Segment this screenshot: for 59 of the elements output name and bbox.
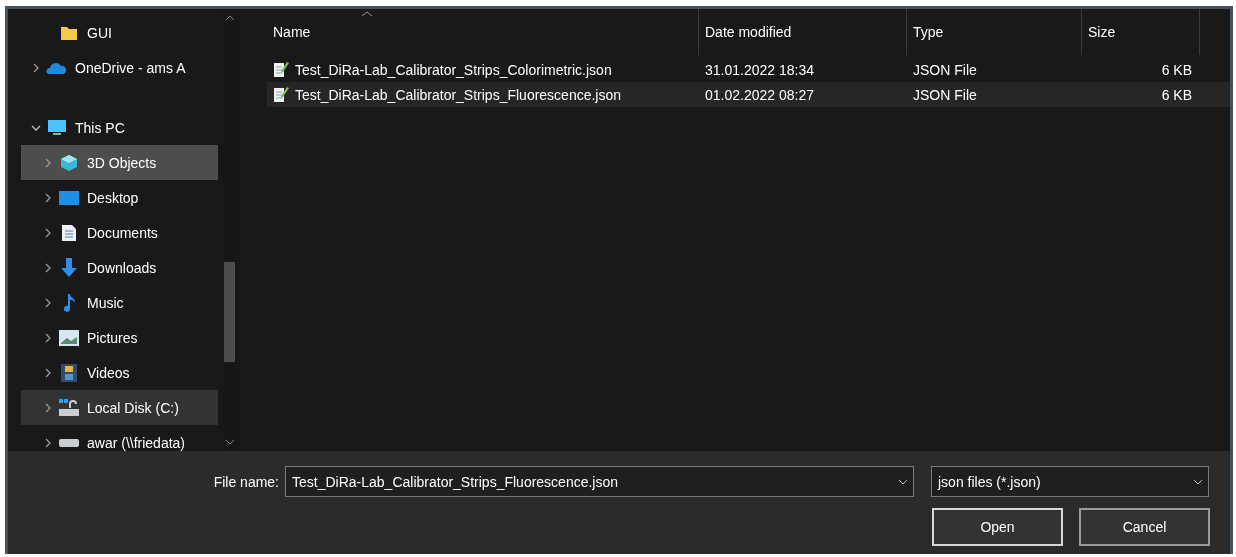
- chevron-right-icon[interactable]: [44, 297, 52, 308]
- chevron-right-icon[interactable]: [44, 402, 52, 413]
- cancel-button[interactable]: Cancel: [1079, 508, 1210, 546]
- nav-item[interactable]: awar (\\friedata): [21, 425, 218, 451]
- nav-item[interactable]: Videos: [21, 355, 218, 390]
- column-header[interactable]: Date modified: [699, 9, 907, 55]
- nav-item[interactable]: Downloads: [21, 250, 218, 285]
- nav-item[interactable]: OneDrive - ams A: [21, 50, 218, 85]
- column-header[interactable]: Size: [1082, 9, 1200, 55]
- disk-drive-icon: [58, 398, 80, 417]
- chevron-right-icon[interactable]: [44, 262, 52, 273]
- nav-item[interactable]: 3D Objects: [21, 145, 218, 180]
- desktop-icon: [59, 190, 79, 205]
- cloud-icon: [46, 60, 68, 75]
- date-modified: 01.02.2022 08:27: [705, 86, 814, 103]
- text-file-icon: [273, 61, 289, 78]
- scrollbar-thumb[interactable]: [224, 262, 235, 362]
- chevron-right-icon[interactable]: [44, 192, 52, 203]
- file-type-dropdown[interactable]: json files (*.json): [931, 466, 1209, 497]
- chevron-right-icon[interactable]: [44, 157, 52, 168]
- file-row[interactable]: Test_DiRa-Lab_Calibrator_Strips_Fluorescence.json 01.02.2022 08:27 JSON File 6 KB: [267, 82, 1230, 107]
- film-icon: [61, 363, 77, 382]
- network-drive-icon: [58, 436, 80, 449]
- file-name-field[interactable]: Test_DiRa-Lab_Calibrator_Strips_Fluorescence.json: [285, 466, 914, 497]
- computer-icon: [47, 118, 67, 137]
- file-name: Test_DiRa-Lab_Calibrator_Strips_Colorimetric.json: [295, 61, 612, 78]
- chevron-right-icon[interactable]: [32, 62, 40, 73]
- column-header[interactable]: Name: [267, 9, 699, 55]
- chevron-right-icon[interactable]: [44, 367, 52, 378]
- field-label: File name:: [212, 473, 279, 490]
- text-file-icon: [273, 86, 289, 103]
- nav-item[interactable]: Desktop: [21, 180, 218, 215]
- date-modified: 31.01.2022 18:34: [705, 61, 814, 78]
- pictures-icon: [59, 329, 79, 346]
- chevron-right-icon[interactable]: [44, 437, 52, 448]
- nav-item[interactable]: Documents: [21, 215, 218, 250]
- file-name: Test_DiRa-Lab_Calibrator_Strips_Fluorescence.json: [295, 86, 622, 103]
- cube-icon: [60, 153, 78, 172]
- file-size: 6 KB: [1161, 61, 1192, 78]
- file-size: 6 KB: [1161, 86, 1192, 103]
- file-row[interactable]: Test_DiRa-Lab_Calibrator_Strips_Colorimetric.json 31.01.2022 18:34 JSON File 6 KB: [267, 57, 1230, 82]
- open-button[interactable]: Open: [932, 508, 1063, 546]
- music-note-icon: [62, 292, 76, 313]
- sort-ascending-icon: [361, 11, 373, 17]
- document-icon: [61, 223, 77, 242]
- nav-item[interactable]: GUI: [21, 15, 218, 50]
- chevron-down-icon[interactable]: [31, 123, 41, 132]
- nav-item[interactable]: Pictures: [21, 320, 218, 355]
- nav-item[interactable]: Music: [21, 285, 218, 320]
- file-type: JSON File: [913, 61, 977, 78]
- nav-item[interactable]: This PC: [21, 110, 218, 145]
- nav-item[interactable]: Local Disk (C:): [21, 390, 218, 425]
- download-arrow-icon: [60, 257, 78, 278]
- file-type: JSON File: [913, 86, 977, 103]
- column-header[interactable]: Type: [907, 9, 1082, 55]
- scroll-down-icon[interactable]: [225, 439, 235, 445]
- scroll-up-icon[interactable]: [225, 15, 235, 21]
- chevron-right-icon[interactable]: [44, 332, 52, 343]
- chevron-right-icon[interactable]: [44, 227, 52, 238]
